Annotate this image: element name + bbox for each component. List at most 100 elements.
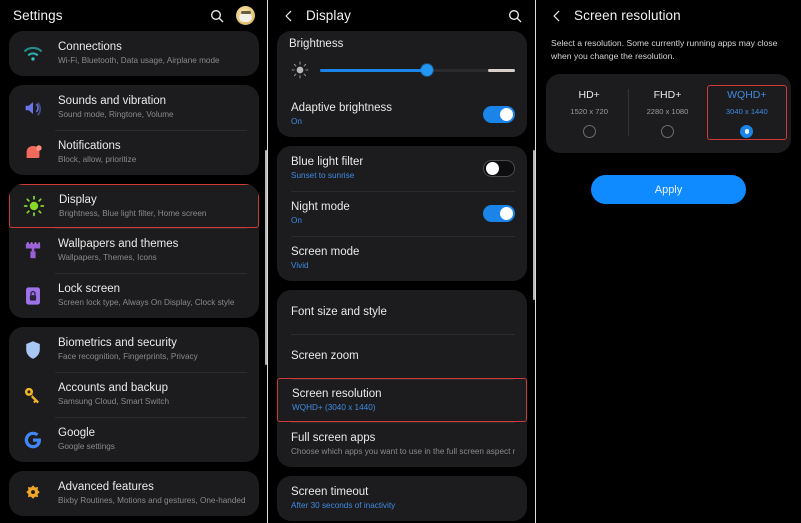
option-dimensions: 2280 x 1080 (646, 107, 689, 116)
settings-group: Connections Wi-Fi, Bluetooth, Data usage… (9, 31, 259, 76)
row-screen-resolution[interactable]: Screen resolution WQHD+ (3040 x 1440) (277, 378, 527, 423)
item-subtitle: Block, allow, prioritize (58, 155, 137, 164)
item-title: Advanced features (58, 481, 154, 494)
speaker-icon (21, 96, 45, 120)
item-title: Screen resolution (292, 387, 382, 400)
option-name: WQHD+ (727, 89, 767, 101)
sidebar-item-lock-screen[interactable]: Lock screen Screen lock type, Always On … (9, 273, 259, 318)
sidebar-item-advanced-features[interactable]: Advanced features Bixby Routines, Motion… (9, 471, 259, 516)
sidebar-item-accounts-and-backup[interactable]: Accounts and backup Samsung Cloud, Smart… (9, 372, 259, 417)
settings-group: Display Brightness, Blue light filter, H… (9, 184, 259, 319)
sidebar-item-google[interactable]: Google Google settings (9, 417, 259, 462)
row-screen-zoom[interactable]: Screen zoom (277, 334, 527, 378)
wallpaper-icon (21, 239, 45, 263)
item-subtitle: On (291, 117, 302, 126)
search-icon[interactable] (506, 7, 523, 24)
item-title: Google (58, 427, 96, 440)
avatar[interactable] (236, 6, 255, 25)
radio-hd[interactable] (582, 125, 596, 138)
item-title: Font size and style (291, 306, 387, 318)
item-title: Connections (58, 41, 122, 53)
three-panel-screenshot: Settings Connections Wi-Fi, Bluetooth, D… (0, 0, 801, 523)
row-screen-mode[interactable]: Screen mode Vivid (277, 236, 527, 281)
toggle-night-mode[interactable] (483, 205, 515, 222)
brightness-group: Brightness Adaptive brightness On (277, 31, 527, 137)
option-name: FHD+ (653, 89, 682, 101)
item-subtitle: Face recognition, Fingerprints, Privacy (58, 352, 198, 362)
toggle-adaptive-brightness[interactable] (483, 106, 515, 123)
item-subtitle: Samsung Cloud, Smart Switch (58, 397, 170, 407)
item-subtitle: Sunset to sunrise (291, 171, 355, 180)
sidebar-item-wallpapers-and-themes[interactable]: Wallpapers and themes Wallpapers, Themes… (9, 228, 259, 273)
brightness-slider[interactable] (320, 64, 515, 76)
resolution-header: Screen resolution (536, 0, 801, 31)
radio-fhd[interactable] (660, 125, 674, 138)
settings-panel: Settings Connections Wi-Fi, Bluetooth, D… (0, 0, 268, 523)
notification-icon (21, 141, 45, 165)
settings-group: Biometrics and security Face recognition… (9, 327, 259, 463)
back-chevron-icon[interactable] (549, 8, 565, 24)
item-subtitle: Bixby Routines, Motions and gestures, On… (58, 496, 247, 506)
back-chevron-icon[interactable] (281, 8, 297, 24)
sidebar-item-connections[interactable]: Connections Wi-Fi, Bluetooth, Data usage… (9, 31, 259, 76)
radio-wqhd[interactable] (740, 125, 754, 138)
item-title: Biometrics and security (58, 337, 177, 350)
sun-brightness-icon (289, 59, 311, 81)
option-dimensions: 1520 x 720 (570, 107, 608, 116)
item-title: Lock screen (58, 283, 121, 296)
item-subtitle: Vivid (291, 261, 309, 270)
resolution-options: HD+ 1520 x 720 FHD+ 2280 x 1080 WQHD+ 30… (546, 74, 791, 153)
item-subtitle: WQHD+ (3040 x 1440) (292, 402, 376, 412)
item-title: Notifications (58, 140, 121, 152)
brightness-control: Brightness (277, 31, 527, 92)
row-night-mode[interactable]: Night mode On (277, 191, 527, 236)
resolution-option-hd[interactable]: HD+ 1520 x 720 (550, 85, 628, 140)
settings-group: Sounds and vibration Sound mode, Rington… (9, 85, 259, 175)
item-title: Sounds and vibration (58, 95, 167, 107)
item-subtitle: Wi-Fi, Bluetooth, Data usage, Airplane m… (58, 56, 220, 65)
item-title: Adaptive brightness (291, 102, 393, 114)
item-title: Blue light filter (291, 156, 364, 168)
page-title: Screen resolution (574, 8, 681, 23)
display-panel: Display Brightness Adaptive brightness O… (268, 0, 536, 523)
item-subtitle: Sound mode, Ringtone, Volume (58, 110, 174, 119)
sidebar-item-sounds-and-vibration[interactable]: Sounds and vibration Sound mode, Rington… (9, 85, 259, 130)
row-full-screen-apps[interactable]: Full screen apps Choose which apps you w… (277, 422, 527, 467)
item-subtitle: Choose which apps you want to use in the… (291, 447, 515, 457)
item-title: Screen zoom (291, 350, 359, 362)
apply-button[interactable]: Apply (591, 175, 746, 204)
search-icon[interactable] (208, 7, 225, 24)
row-adaptive-brightness[interactable]: Adaptive brightness On (277, 92, 527, 137)
item-subtitle: Google settings (58, 442, 115, 452)
key-icon (21, 383, 45, 407)
display-list[interactable]: Brightness Adaptive brightness On Blue l… (268, 31, 536, 523)
google-icon (21, 428, 45, 452)
row-blue-light-filter[interactable]: Blue light filter Sunset to sunrise (277, 146, 527, 191)
item-subtitle: Screen lock type, Always On Display, Clo… (58, 298, 235, 308)
resolution-option-wqhd[interactable]: WQHD+ 3040 x 1440 (706, 85, 787, 140)
brightness-label: Brightness (289, 38, 344, 50)
sidebar-item-notifications[interactable]: Notifications Block, allow, prioritize (9, 130, 259, 175)
settings-list[interactable]: Connections Wi-Fi, Bluetooth, Data usage… (0, 31, 268, 523)
display-header: Display (268, 0, 536, 31)
resolution-description: Select a resolution. Some currently runn… (551, 38, 778, 61)
toggle-blue-light-filter[interactable] (483, 160, 515, 177)
resolution-option-fhd[interactable]: FHD+ 2280 x 1080 (628, 85, 706, 140)
slider-thumb[interactable] (421, 64, 434, 76)
item-subtitle: After 30 seconds of inactivity (291, 501, 396, 511)
sidebar-item-display[interactable]: Display Brightness, Blue light filter, H… (9, 184, 259, 229)
item-title: Accounts and backup (58, 382, 168, 395)
gear-flower-icon (21, 482, 45, 506)
row-font-size-and-style[interactable]: Font size and style (277, 290, 527, 334)
sidebar-item-biometrics-and-security[interactable]: Biometrics and security Face recognition… (9, 327, 259, 372)
item-subtitle: On (291, 216, 302, 225)
row-screen-timeout[interactable]: Screen timeout After 30 seconds of inact… (277, 476, 527, 521)
item-title: Full screen apps (291, 432, 376, 445)
display-options-group: Blue light filter Sunset to sunrise Nigh… (277, 146, 527, 281)
item-title: Wallpapers and themes (58, 238, 179, 251)
settings-header: Settings (0, 0, 268, 31)
item-title: Display (59, 193, 97, 206)
option-dimensions: 3040 x 1440 (725, 107, 768, 116)
item-subtitle: Brightness, Blue light filter, Home scre… (59, 208, 207, 218)
timeout-group: Screen timeout After 30 seconds of inact… (277, 476, 527, 522)
